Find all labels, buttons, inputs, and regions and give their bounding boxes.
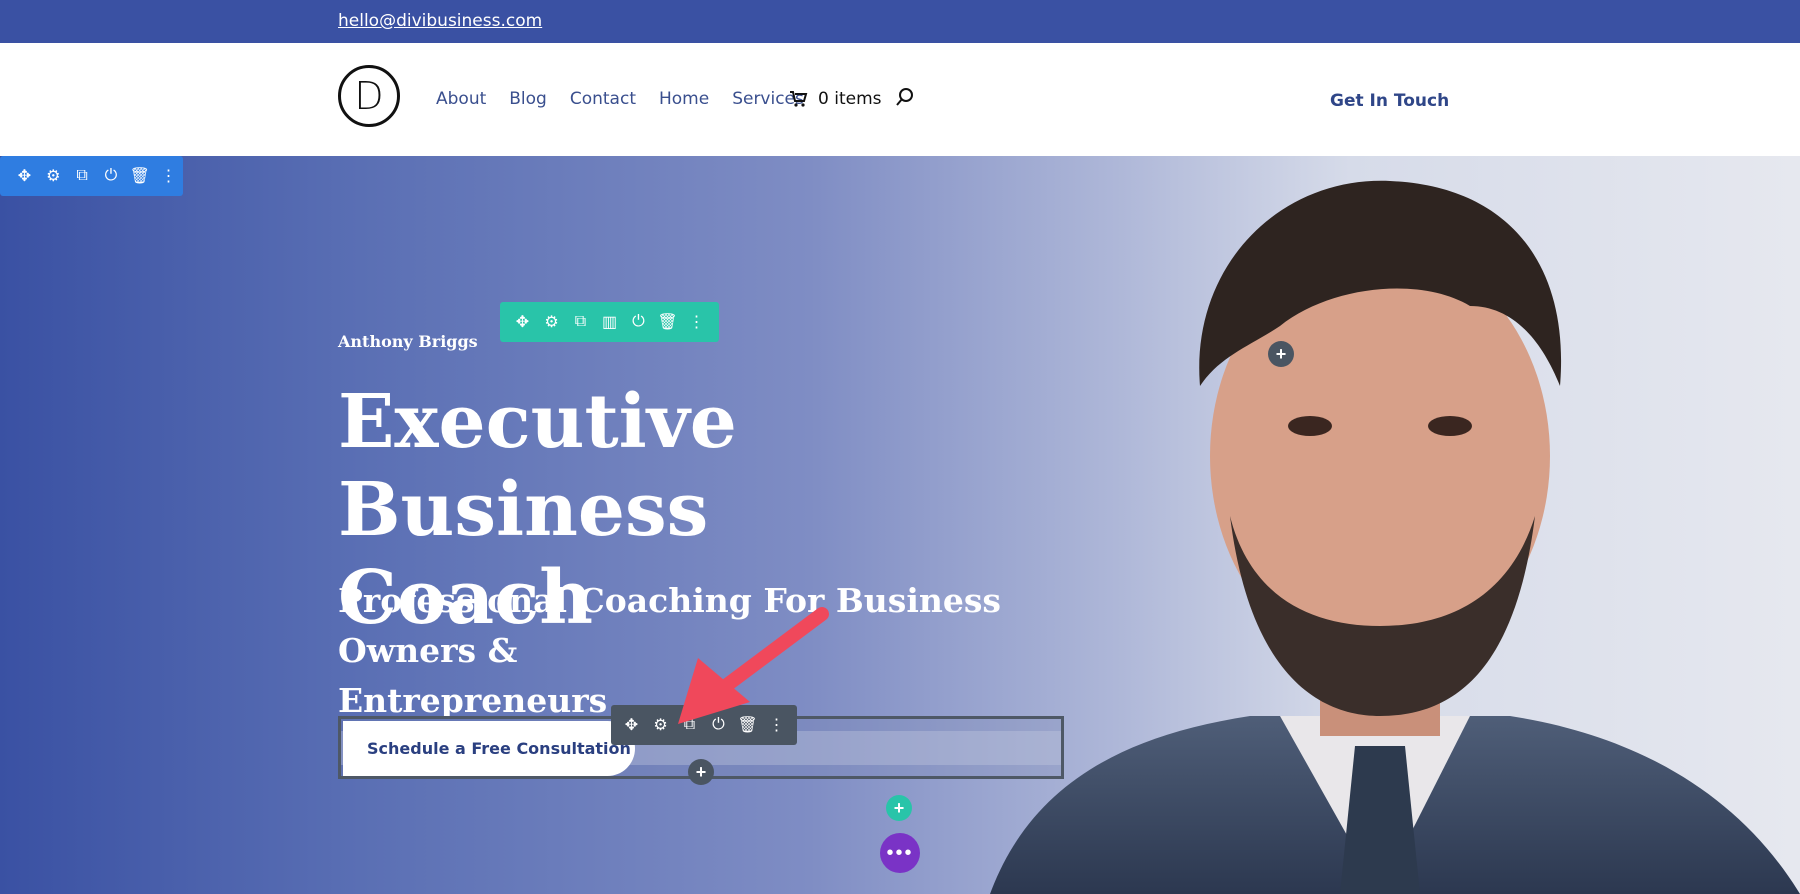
hero-section: ✥ ⚙ ⧉ ⏻ 🗑 ⋮ Anthony Briggs ✥ ⚙ ⧉ ▥ ⏻ 🗑 ⋮… [0, 156, 1800, 894]
get-in-touch-button[interactable]: Get In Touch [1330, 91, 1449, 111]
duplicate-icon[interactable]: ⧉ [566, 308, 595, 337]
portrait-image [990, 180, 1800, 894]
nav-item-home[interactable]: Home [659, 89, 709, 109]
duplicate-icon[interactable]: ⧉ [68, 162, 97, 191]
site-header: D About Blog Contact Home Services 0 ite… [0, 43, 1800, 156]
gear-icon[interactable]: ⚙ [39, 162, 68, 191]
move-icon[interactable]: ✥ [508, 308, 537, 337]
gear-icon[interactable]: ⚙ [537, 308, 566, 337]
top-bar: hello@divibusiness.com [0, 0, 1800, 43]
cart-icon [790, 91, 808, 107]
more-icon[interactable]: ⋮ [154, 162, 183, 191]
trash-icon[interactable]: 🗑 [125, 162, 154, 191]
trash-icon[interactable]: 🗑 [653, 308, 682, 337]
schedule-consultation-button[interactable]: Schedule a Free Consultation [343, 721, 635, 776]
power-icon[interactable]: ⏻ [624, 308, 653, 337]
main-nav: About Blog Contact Home Services [436, 89, 827, 109]
nav-item-contact[interactable]: Contact [570, 89, 636, 109]
search-button[interactable] [895, 87, 915, 112]
power-icon[interactable]: ⏻ [96, 162, 125, 191]
columns-icon[interactable]: ▥ [595, 308, 624, 337]
move-icon[interactable]: ✥ [617, 711, 646, 740]
add-module-button[interactable]: + [1268, 341, 1294, 367]
nav-item-about[interactable]: About [436, 89, 486, 109]
search-icon [896, 88, 913, 106]
add-row-button[interactable]: + [886, 795, 912, 821]
more-icon[interactable]: ⋮ [682, 308, 711, 337]
cart-count: 0 items [818, 89, 882, 109]
cart-link[interactable]: 0 items [790, 89, 881, 109]
nav-item-blog[interactable]: Blog [509, 89, 547, 109]
email-link[interactable]: hello@divibusiness.com [338, 11, 542, 31]
move-icon[interactable]: ✥ [10, 162, 39, 191]
builder-settings-button[interactable]: ••• [880, 833, 920, 873]
coach-name: Anthony Briggs [338, 332, 478, 351]
site-logo[interactable]: D [338, 65, 400, 127]
row-toolbar: ✥ ⚙ ⧉ ▥ ⏻ 🗑 ⋮ [500, 302, 719, 342]
hero-title-line-1: Executive Business [338, 379, 737, 553]
red-arrow-annotation [678, 607, 829, 724]
section-toolbar: ✥ ⚙ ⧉ ⏻ 🗑 ⋮ [0, 156, 183, 196]
add-module-button[interactable]: + [688, 759, 714, 785]
